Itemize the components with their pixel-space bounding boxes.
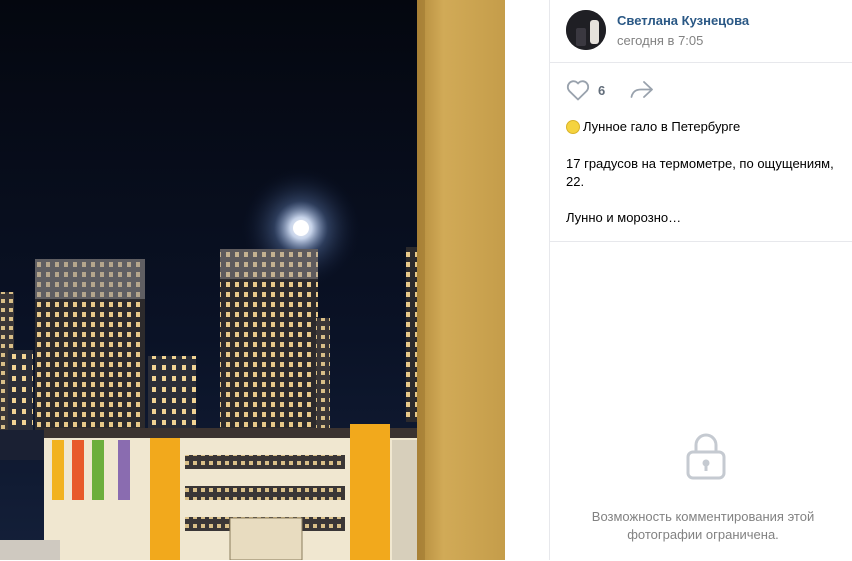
share-arrow-icon <box>630 81 654 98</box>
comments-restricted-text: Возможность комментирования этой фотогра… <box>591 509 815 542</box>
author-name[interactable]: Светлана Кузнецова <box>617 13 749 28</box>
post-header: Светлана Кузнецова сегодня в 7:05 <box>550 0 852 63</box>
post-actions: 6 <box>566 78 655 102</box>
post-text-line1-content: Лунное гало в Петербурге <box>583 119 741 134</box>
post-sidebar: Светлана Кузнецова сегодня в 7:05 6 Лунн… <box>549 0 852 560</box>
post-text-line2: 17 градусов на термометре, по ощущениям,… <box>566 156 834 189</box>
post-text-line3: Лунно и морозно… <box>566 210 682 225</box>
comments-area: Возможность комментирования этой фотогра… <box>550 241 852 561</box>
like-count: 6 <box>598 82 606 98</box>
avatar[interactable] <box>566 10 606 50</box>
post-photo[interactable] <box>0 0 549 560</box>
night-city-photo <box>0 0 549 560</box>
heart-icon <box>566 80 590 101</box>
share-button[interactable] <box>629 80 655 100</box>
lock-icon <box>686 433 726 480</box>
like-button[interactable]: 6 <box>566 79 605 101</box>
avatar-image <box>566 10 606 50</box>
moon-emoji-icon <box>566 120 580 134</box>
post-time[interactable]: сегодня в 7:05 <box>617 33 703 48</box>
post-text-line1: Лунное гало в Петербурге <box>566 118 842 136</box>
post-text: Лунное гало в Петербурге 17 градусов на … <box>566 118 842 227</box>
